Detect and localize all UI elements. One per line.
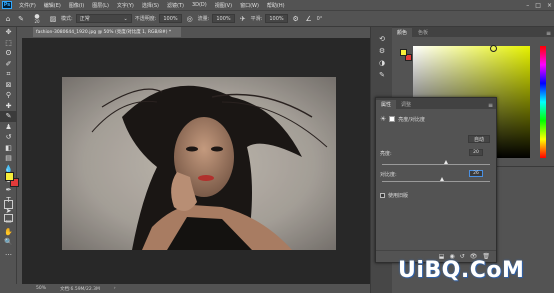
window-controls: – □ × (526, 0, 552, 10)
brush-preset-picker[interactable]: ● 20 (29, 13, 45, 24)
chevron-down-icon: ⌄ (123, 15, 128, 22)
frame-tool-icon[interactable]: ⊠ (0, 80, 17, 91)
menu-bar: Ps 文件(F) 编辑(E) 图像(I) 图层(L) 文字(Y) 选择(S) 滤… (0, 0, 554, 10)
properties-panel-icon[interactable]: ⚙ (371, 45, 393, 57)
foreground-color-swatch[interactable] (5, 172, 14, 181)
color-panel-foreground-swatch[interactable] (400, 49, 407, 56)
menu-window[interactable]: 窗口(W) (236, 2, 263, 9)
quick-select-tool-icon[interactable]: ✐ (0, 59, 17, 70)
contrast-slider-thumb[interactable] (439, 177, 444, 181)
document-info[interactable]: 文档:6.59M/22.3M (60, 286, 100, 292)
smoothing-options-icon[interactable]: ⚙ (291, 14, 301, 24)
zoom-tool-icon[interactable]: 🔍 (0, 237, 17, 248)
menu-file[interactable]: 文件(F) (15, 2, 40, 9)
legacy-checkbox[interactable] (380, 193, 385, 198)
history-brush-tool-icon[interactable]: ↺ (0, 132, 17, 143)
menu-image[interactable]: 图像(I) (65, 2, 88, 9)
home-icon[interactable]: ⌂ (3, 14, 13, 24)
brush-tool-icon[interactable]: ✎ (0, 111, 17, 122)
move-tool-icon[interactable]: ✥ (0, 27, 17, 38)
brush-size-value: 20 (34, 18, 40, 24)
document-photo[interactable] (62, 77, 336, 250)
mode-label: 模式: (61, 16, 73, 22)
menu-layer[interactable]: 图层(L) (88, 2, 113, 9)
crop-tool-icon[interactable]: ⌗ (0, 69, 17, 80)
properties-tabs: 属性 调整 ≡ (376, 98, 496, 109)
tab-swatches[interactable]: 色板 (413, 28, 433, 37)
chevron-right-icon[interactable]: › (114, 286, 116, 291)
mode-select[interactable]: 正常 ⌄ (75, 14, 132, 23)
marquee-tool-icon[interactable]: ⬚ (0, 38, 17, 49)
brightness-input[interactable]: 20 (469, 149, 483, 156)
maximize-button[interactable]: □ (535, 2, 541, 9)
mode-value: 正常 (79, 16, 90, 22)
brightness-label: 亮度: (380, 151, 392, 157)
portrait-image (62, 77, 336, 250)
color-picker-handle[interactable] (490, 45, 497, 52)
tab-adjustments[interactable]: 调整 (396, 100, 416, 109)
airbrush-icon[interactable]: ✈ (238, 14, 248, 24)
contrast-input[interactable]: 26 (469, 170, 483, 177)
flow-input[interactable]: 100% (212, 14, 235, 23)
brightness-slider[interactable] (382, 164, 490, 165)
zoom-level[interactable]: 50% (36, 286, 46, 291)
flow-label: 流量: (197, 16, 210, 22)
more-tools-icon[interactable]: … (0, 248, 17, 259)
hue-slider[interactable] (540, 46, 546, 158)
menu-3d[interactable]: 3D(D) (188, 2, 211, 8)
healing-brush-tool-icon[interactable]: ✚ (0, 101, 17, 112)
options-bar: ⌂ ✎ ● 20 ▨ 模式: 正常 ⌄ 不透明度: 100% ◎ 流量: 100… (0, 10, 554, 27)
contrast-slider[interactable] (382, 181, 490, 182)
brush-settings-icon[interactable]: ▨ (48, 14, 58, 24)
color-panel-tabs: 颜色 色板 ≡ (392, 27, 554, 37)
close-button[interactable]: × (547, 2, 552, 9)
adjustment-title: 亮度/对比度 (398, 116, 425, 123)
auto-button[interactable]: 自动 (468, 135, 490, 143)
clone-stamp-tool-icon[interactable]: ♟ (0, 122, 17, 133)
smoothing-input[interactable]: 100% (265, 14, 288, 23)
status-bar: 50% 文档:6.59M/22.3M › (22, 284, 370, 293)
menu-filter[interactable]: 滤镜(T) (163, 2, 188, 9)
menu-type[interactable]: 文字(Y) (113, 2, 138, 9)
legacy-label: 使用旧版 (388, 193, 409, 199)
tab-properties[interactable]: 属性 (376, 100, 397, 109)
adjustment-header: ☀ 亮度/对比度 (380, 115, 425, 123)
document-tab[interactable]: fashion-3080644_1920.jpg @ 50% (亮度/对比度 1… (33, 27, 181, 37)
photoshop-logo: Ps (2, 1, 12, 9)
tab-color[interactable]: 颜色 (392, 28, 413, 37)
quick-mask-icon[interactable] (4, 200, 13, 209)
menu-help[interactable]: 帮助(H) (263, 2, 289, 9)
smoothing-label: 平滑: (250, 16, 263, 22)
panel-menu-icon[interactable]: ≡ (488, 102, 496, 109)
opacity-input[interactable]: 100% (159, 14, 182, 23)
eraser-tool-icon[interactable]: ◧ (0, 143, 17, 154)
panel-menu-icon[interactable]: ≡ (546, 30, 554, 37)
watermark: UiBQ.CoM (398, 258, 525, 283)
opacity-label: 不透明度: (134, 16, 157, 22)
angle-value[interactable]: 0° (317, 16, 323, 22)
gradient-tool-icon[interactable]: ▤ (0, 153, 17, 164)
menu-select[interactable]: 选择(S) (138, 2, 163, 9)
brush-tool-icon[interactable]: ✎ (16, 14, 26, 24)
brightness-slider-thumb[interactable] (444, 160, 449, 164)
layer-mask-icon[interactable] (389, 116, 396, 122)
eyedropper-tool-icon[interactable]: ⚲ (0, 90, 17, 101)
minimize-button[interactable]: – (526, 2, 529, 9)
brushes-panel-icon[interactable]: ✎ (371, 69, 393, 81)
angle-icon[interactable]: ∠ (304, 14, 314, 24)
brightness-contrast-icon: ☀ (380, 115, 387, 123)
menu-edit[interactable]: 编辑(E) (40, 2, 65, 9)
lasso-tool-icon[interactable]: ʘ (0, 48, 17, 59)
hand-tool-icon[interactable]: ✋ (0, 227, 17, 238)
properties-panel: 属性 调整 ≡ ☀ 亮度/对比度 自动 亮度: 20 对比度: 26 使用旧版 … (375, 97, 497, 263)
history-panel-icon[interactable]: ⟲ (371, 33, 393, 45)
contrast-label: 对比度: (380, 172, 397, 178)
adjustments-panel-icon[interactable]: ◑ (371, 57, 393, 69)
pressure-opacity-icon[interactable]: ◎ (185, 14, 195, 24)
menu-view[interactable]: 视图(V) (211, 2, 236, 9)
legacy-option[interactable]: 使用旧版 (380, 192, 408, 199)
tools-panel: ✥ ⬚ ʘ ✐ ⌗ ⊠ ⚲ ✚ ✎ ♟ ↺ ◧ ▤ 💧 ● ✒ T ➤ ▭ ✋ … (0, 27, 17, 284)
screen-mode-icon[interactable] (4, 214, 13, 222)
